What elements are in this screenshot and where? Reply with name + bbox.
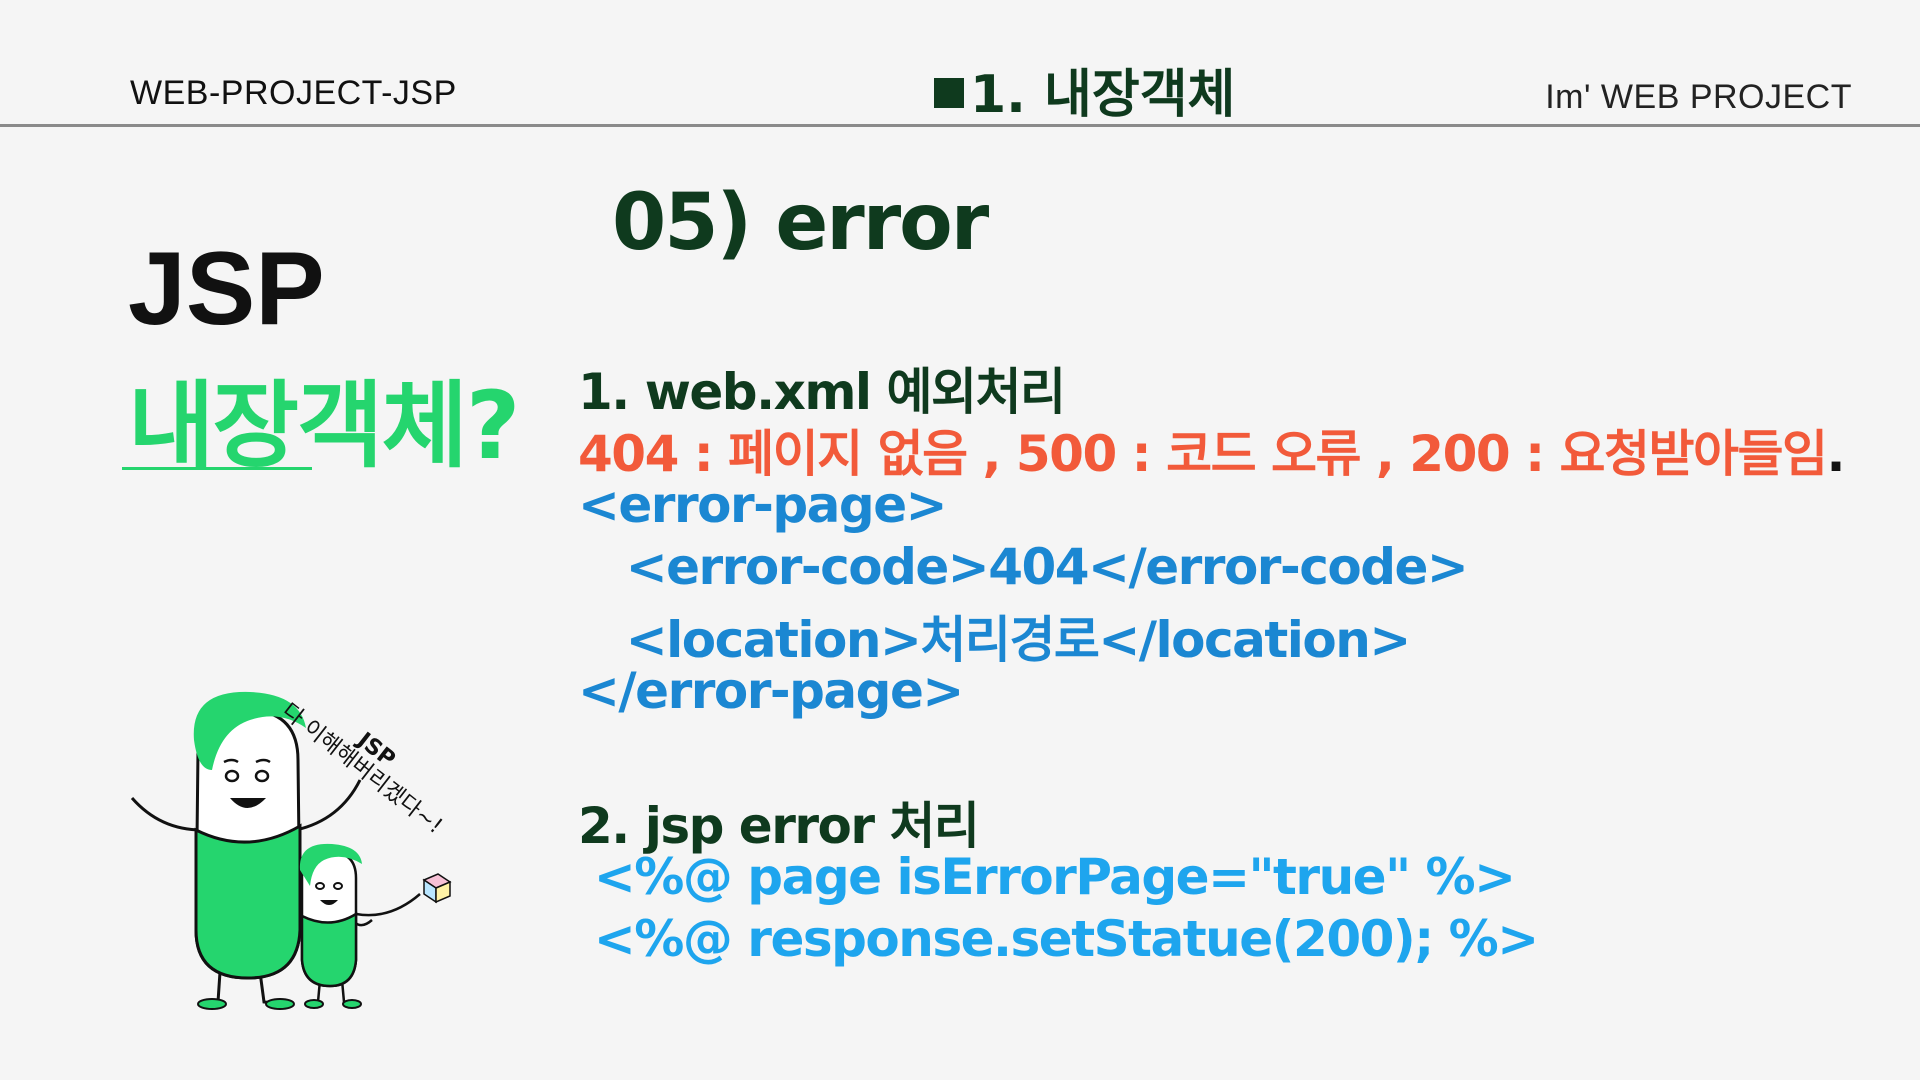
- status-codes-text: 404 : 페이지 없음 , 500 : 코드 오류 , 200 : 요청받아들…: [578, 425, 1828, 483]
- mascot-illustration: JSP 다 이해해버리겠다~!: [120, 680, 520, 1020]
- code-line: <%@ response.setStatue(200); %>: [578, 910, 1539, 968]
- code-line: </error-page>: [578, 662, 964, 720]
- code-line: <error-page>: [578, 476, 948, 534]
- header-chapter-title: 1. 내장객체: [970, 65, 1236, 125]
- header-divider: [0, 124, 1920, 127]
- header-project-name: WEB-PROJECT-JSP: [130, 74, 457, 112]
- left-subtitle: 내장객체?: [128, 372, 520, 481]
- code-line: <%@ page isErrorPage="true" %>: [578, 848, 1516, 906]
- slide: WEB-PROJECT-JSP 1. 내장객체 Im' WEB PROJECT …: [0, 0, 1920, 1080]
- square-bullet-icon: [934, 77, 964, 108]
- header-brand: Im' WEB PROJECT: [1545, 78, 1852, 116]
- section-title: 05) error: [612, 178, 989, 268]
- header-chapter: 1. 내장객체: [934, 52, 1235, 127]
- code-line: <error-code>404</error-code>: [578, 538, 1469, 596]
- left-title: JSP: [128, 231, 325, 347]
- subtitle-underline: [122, 467, 312, 470]
- status-codes-period: .: [1826, 425, 1845, 483]
